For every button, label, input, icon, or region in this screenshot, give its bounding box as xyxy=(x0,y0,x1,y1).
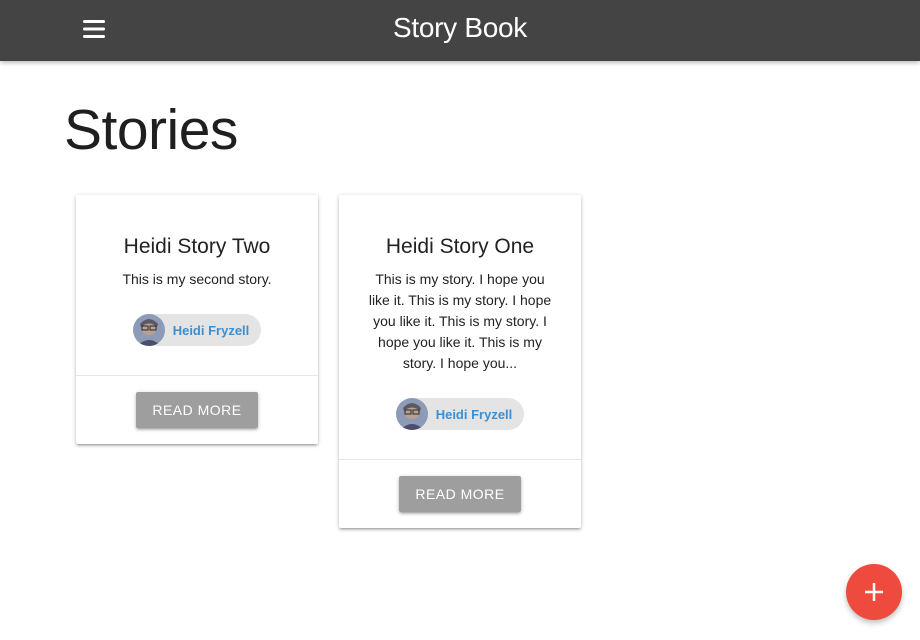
brand-logo-link[interactable]: Story Book xyxy=(0,12,920,44)
read-more-button[interactable]: Read More xyxy=(136,392,258,428)
card-action: Read More xyxy=(339,459,581,528)
card-content: Heidi Story Two This is my second story.… xyxy=(76,195,318,375)
author-chip[interactable]: Heidi Fryzell xyxy=(132,314,262,346)
read-more-button[interactable]: Read More xyxy=(399,476,521,512)
card-content: Heidi Story One This is my story. I hope… xyxy=(339,195,581,459)
add-story-button[interactable] xyxy=(846,564,902,620)
story-card: Heidi Story Two This is my second story.… xyxy=(76,195,318,444)
story-title: Heidi Story Two xyxy=(123,235,271,258)
page-title: Stories xyxy=(64,98,238,162)
brand-title[interactable]: Story Book xyxy=(393,12,527,43)
plus-icon xyxy=(865,583,883,601)
author-link[interactable]: Heidi Fryzell xyxy=(173,323,250,338)
author-chip[interactable]: Heidi Fryzell xyxy=(395,398,525,430)
author-link[interactable]: Heidi Fryzell xyxy=(436,407,513,422)
story-excerpt: This is my second story. xyxy=(122,271,272,287)
author-avatar xyxy=(395,398,428,430)
top-navbar: Story Book xyxy=(0,0,920,61)
story-card: Heidi Story One This is my story. I hope… xyxy=(339,195,581,528)
story-title: Heidi Story One xyxy=(385,235,535,258)
story-excerpt: This is my story. I hope you like it. Th… xyxy=(368,271,552,371)
author-avatar xyxy=(132,314,165,346)
card-action: Read More xyxy=(76,375,318,444)
